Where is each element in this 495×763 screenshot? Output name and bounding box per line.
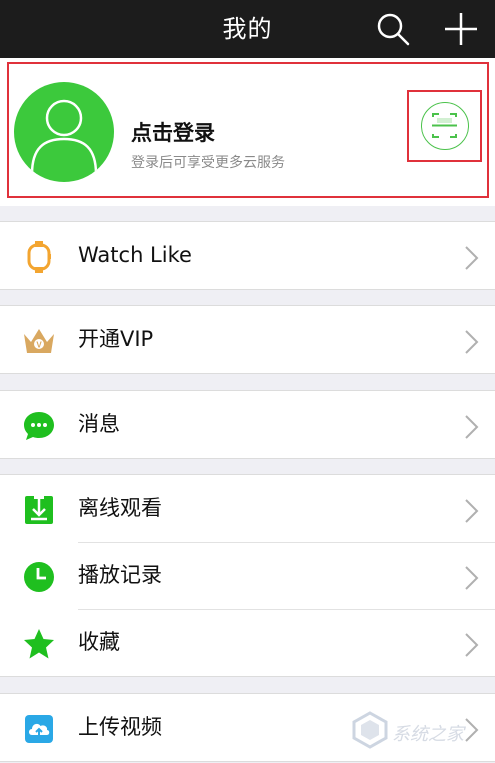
watermark: 系统之家 [350,706,490,758]
page-title: 我的 [222,15,273,43]
login-card[interactable]: 点击登录 登录后可享受更多云服务 [0,58,495,206]
menu-label: 开通VIP [78,327,154,351]
login-title[interactable]: 点击登录 [131,117,215,147]
plus-icon[interactable] [441,9,481,49]
message-bubble-icon [22,409,56,443]
menu-label: 消息 [78,412,120,436]
qr-scan-icon [421,102,469,150]
qr-scan-button[interactable] [407,90,482,162]
search-icon[interactable] [373,9,413,49]
svg-text:V: V [36,341,42,350]
menu-label: 离线观看 [78,496,162,520]
top-navigation-bar: 我的 [0,0,495,58]
star-icon [22,627,56,661]
chevron-right-icon [464,565,480,591]
watermark-logo-icon [352,711,388,749]
default-avatar-icon[interactable] [14,82,114,182]
chevron-right-icon [464,414,480,440]
menu-label: Watch Like [78,243,192,267]
login-subtitle: 登录后可享受更多云服务 [131,155,285,171]
menu-item-messages[interactable]: 消息 [0,391,495,458]
menu-label: 播放记录 [78,563,162,587]
chevron-right-icon [464,498,480,524]
menu-group-watch: Watch Like [0,221,495,290]
menu-item-watch-like[interactable]: Watch Like [0,222,495,289]
menu-item-history[interactable]: 播放记录 [0,542,495,609]
chevron-right-icon [464,632,480,658]
watch-icon [22,240,56,274]
menu-label: 上传视频 [78,715,162,739]
chevron-right-icon [464,329,480,355]
download-icon [22,493,56,527]
menu-group-messages: 消息 [0,390,495,459]
watermark-text: 系统之家 [392,724,464,745]
menu-group-media: 离线观看 播放记录 收藏 [0,474,495,677]
menu-label: 收藏 [78,630,120,654]
clock-icon [22,560,56,594]
menu-item-offline[interactable]: 离线观看 [0,475,495,542]
cloud-upload-icon [22,712,56,746]
menu-item-favorites[interactable]: 收藏 [0,609,495,676]
crown-icon: V [22,324,56,358]
chevron-right-icon [464,245,480,271]
menu-group-vip: V 开通VIP [0,305,495,374]
menu-item-vip[interactable]: V 开通VIP [0,306,495,373]
